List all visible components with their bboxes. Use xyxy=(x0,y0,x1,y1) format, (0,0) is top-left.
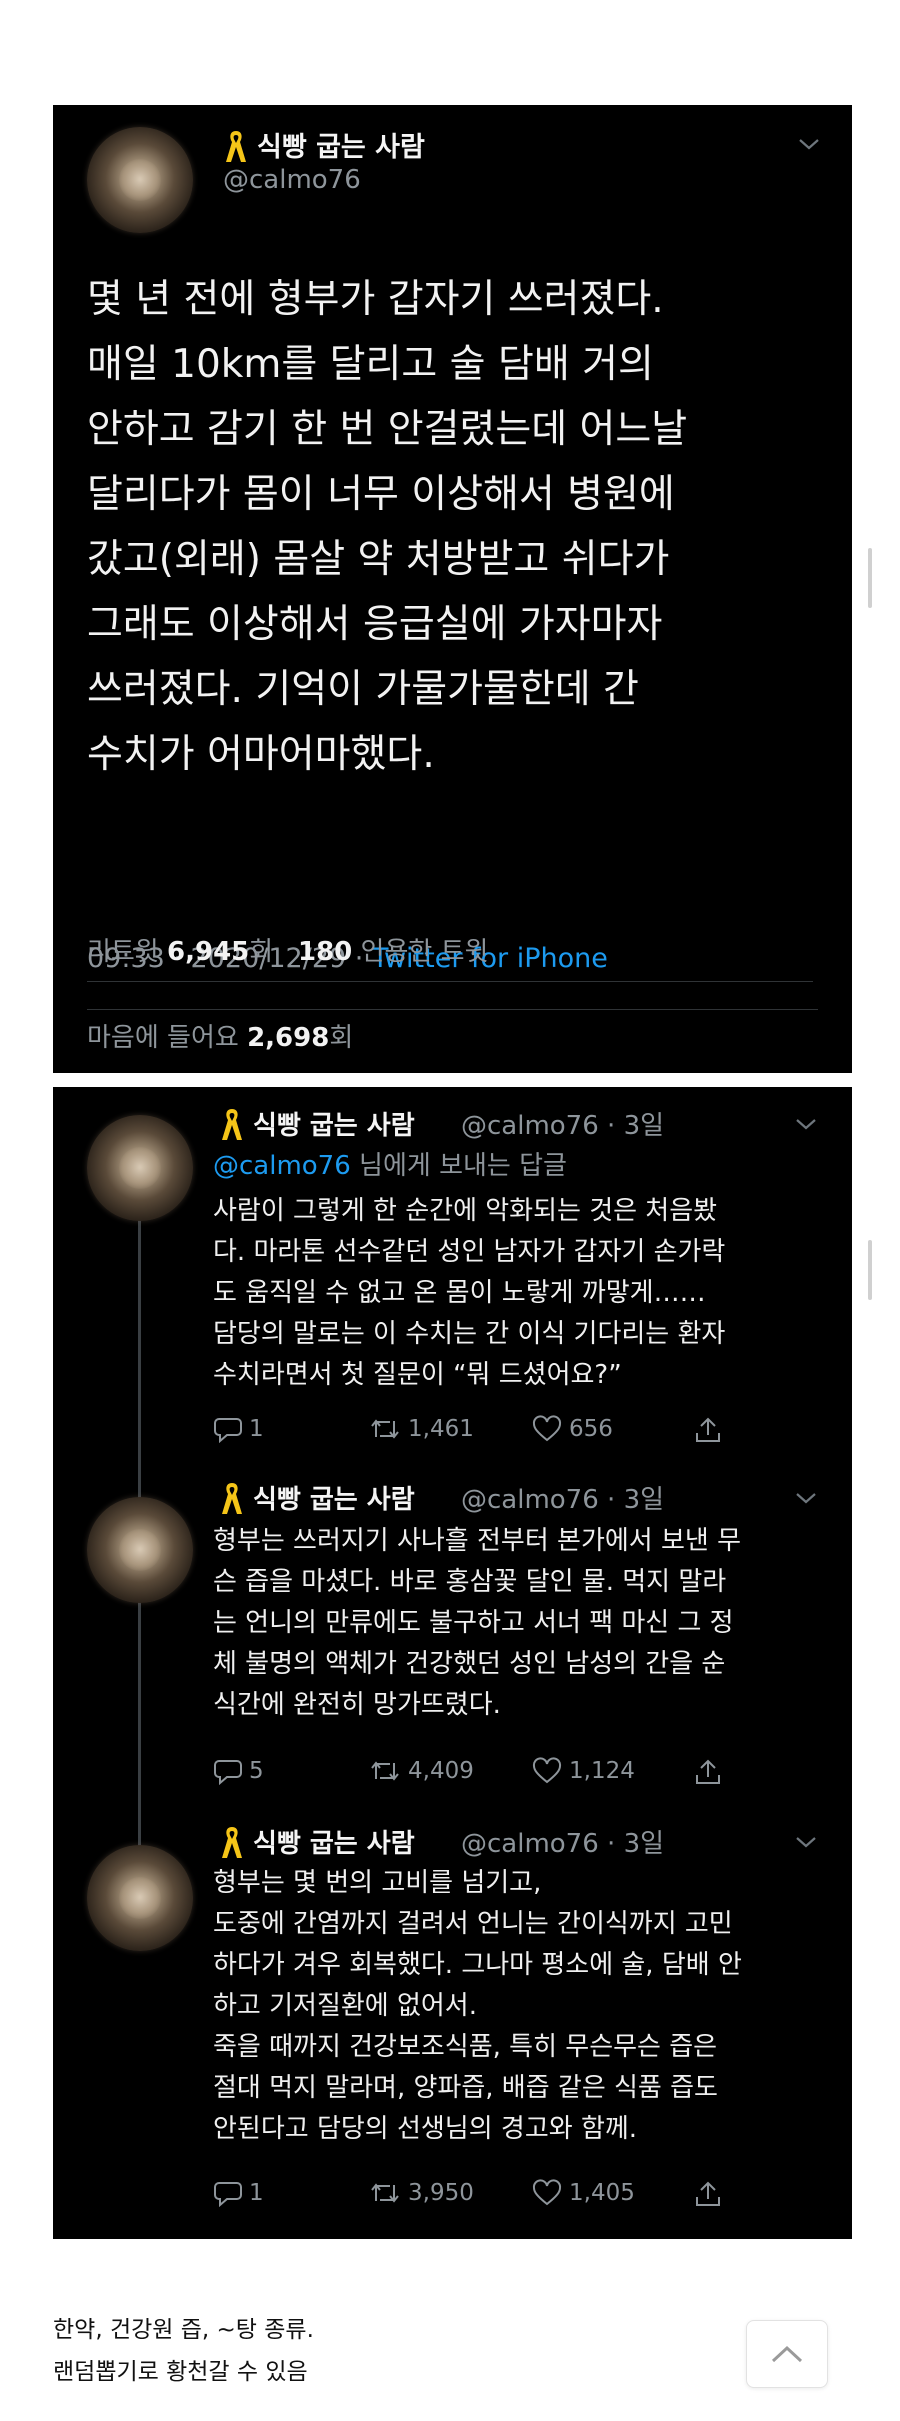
quote-count: 180 xyxy=(298,937,353,967)
retweet-icon xyxy=(371,1761,399,1781)
retweet-stats[interactable]: 리트윗 6,945회 180 인용한 트윗 xyxy=(87,931,488,968)
heart-icon xyxy=(532,1757,562,1784)
reply-thread-card: 식빵 굽는 사람 @calmo76 · 3일 @calmo76 님에게 보내는 … xyxy=(53,1087,852,2239)
comment-count: 1 xyxy=(249,1416,264,1442)
author-handle[interactable]: @calmo76 xyxy=(223,165,361,195)
comment-button[interactable]: 5 xyxy=(213,1757,264,1785)
heart-icon xyxy=(532,1415,562,1442)
avatar[interactable] xyxy=(87,1845,193,1951)
retweet-icon xyxy=(371,2183,399,2203)
divider xyxy=(87,1009,818,1010)
author-handle-time[interactable]: @calmo76 · 3일 xyxy=(461,1105,664,1142)
tweet-actions: 5 4,409 1,124 xyxy=(213,1757,773,1791)
like-button[interactable]: 1,405 xyxy=(531,2179,635,2207)
comment-icon xyxy=(214,1760,242,1785)
scrollbar-thumb[interactable] xyxy=(868,548,872,608)
like-unit: 회 xyxy=(329,1023,354,1053)
share-icon xyxy=(696,1417,720,1442)
retweet-count: 4,409 xyxy=(408,1758,474,1784)
author-name[interactable]: 식빵 굽는 사람 xyxy=(253,1105,415,1142)
reply-text: 형부는 몇 번의 고비를 넘기고, 도중에 간염까지 걸려서 언니는 간이식까지… xyxy=(213,1868,742,2144)
chevron-down-icon[interactable] xyxy=(798,137,820,151)
retweet-button[interactable]: 1,461 xyxy=(368,1415,474,1443)
author-name[interactable]: 식빵 굽는 사람 xyxy=(257,125,425,164)
replying-to: @calmo76 님에게 보내는 답글 xyxy=(213,1145,567,1182)
share-button[interactable] xyxy=(693,2179,729,2209)
caption-line: 한약, 건강원 즙, ~탕 종류. xyxy=(53,2317,314,2343)
reply-text: 사람이 그렇게 한 순간에 악화되는 것은 처음봤 다. 마라톤 선수같던 성인… xyxy=(213,1196,726,1390)
author-handle-time[interactable]: @calmo76 · 3일 xyxy=(461,1823,664,1860)
comment-count: 5 xyxy=(249,1758,264,1784)
share-button[interactable] xyxy=(693,1415,729,1445)
chevron-up-icon xyxy=(771,2345,803,2363)
scrollbar-thumb[interactable] xyxy=(868,1240,872,1300)
divider xyxy=(87,981,813,982)
chevron-down-icon[interactable] xyxy=(795,1835,817,1849)
comment-icon xyxy=(214,1418,242,1443)
chevron-down-icon[interactable] xyxy=(795,1491,817,1505)
reply-suffix: 님에게 보내는 답글 xyxy=(350,1151,567,1181)
comment-count: 1 xyxy=(249,2180,264,2206)
comment-button[interactable]: 1 xyxy=(213,2179,264,2207)
retweet-count: 1,461 xyxy=(408,1416,474,1442)
retweet-icon xyxy=(371,1419,399,1439)
avatar[interactable] xyxy=(87,1497,193,1603)
avatar[interactable] xyxy=(87,1115,193,1221)
like-button[interactable]: 1,124 xyxy=(531,1757,635,1785)
yellow-ribbon-icon xyxy=(222,1109,242,1140)
reply-mention-link[interactable]: @calmo76 xyxy=(213,1151,351,1181)
share-button[interactable] xyxy=(693,1757,729,1787)
like-button[interactable]: 656 xyxy=(531,1415,613,1443)
like-count: 1,124 xyxy=(569,1758,635,1784)
tweet-actions: 1 3,950 1,405 xyxy=(213,2179,773,2213)
retweet-unit: 회 xyxy=(249,937,274,967)
author-handle-time[interactable]: @calmo76 · 3일 xyxy=(461,1479,664,1516)
retweet-count: 3,950 xyxy=(408,2180,474,2206)
main-tweet-card: 식빵 굽는 사람 @calmo76 몇 년 전에 형부가 갑자기 쓰러졌다. 매… xyxy=(53,105,852,1073)
like-count: 656 xyxy=(569,1416,613,1442)
like-label: 마음에 들어요 xyxy=(87,1023,248,1053)
yellow-ribbon-icon xyxy=(226,131,246,162)
like-count: 2,698 xyxy=(247,1023,330,1053)
reply-text: 형부는 쓰러지기 사나흘 전부터 본가에서 보낸 무 슨 즙을 마셨다. 바로 … xyxy=(213,1526,741,1720)
yellow-ribbon-icon xyxy=(222,1827,242,1858)
like-count: 1,405 xyxy=(569,2180,635,2206)
like-stats[interactable]: 마음에 들어요 2,698회 xyxy=(87,1017,353,1054)
comment-button[interactable]: 1 xyxy=(213,1415,264,1443)
retweet-button[interactable]: 4,409 xyxy=(368,1757,474,1785)
author-name[interactable]: 식빵 굽는 사람 xyxy=(253,1823,415,1860)
share-icon xyxy=(696,2181,720,2206)
comment-icon xyxy=(214,2182,242,2207)
avatar[interactable] xyxy=(87,127,193,233)
retweet-button[interactable]: 3,950 xyxy=(368,2179,474,2207)
quote-label: 인용한 트윗 xyxy=(352,937,489,967)
yellow-ribbon-icon xyxy=(222,1483,242,1514)
share-icon xyxy=(696,1759,720,1784)
retweet-count: 6,945 xyxy=(167,937,250,967)
author-name[interactable]: 식빵 굽는 사람 xyxy=(253,1479,415,1516)
heart-icon xyxy=(532,2179,562,2206)
scroll-to-top-button[interactable] xyxy=(746,2320,828,2388)
retweet-label: 리트윗 xyxy=(87,937,168,967)
tweet-text: 몇 년 전에 형부가 갑자기 쓰러졌다. 매일 10km를 달리고 술 담배 거… xyxy=(87,277,688,777)
caption-line: 랜덤뽑기로 황천갈 수 있음 xyxy=(53,2359,308,2385)
tweet-actions: 1 1,461 656 xyxy=(213,1415,773,1449)
chevron-down-icon[interactable] xyxy=(795,1117,817,1131)
